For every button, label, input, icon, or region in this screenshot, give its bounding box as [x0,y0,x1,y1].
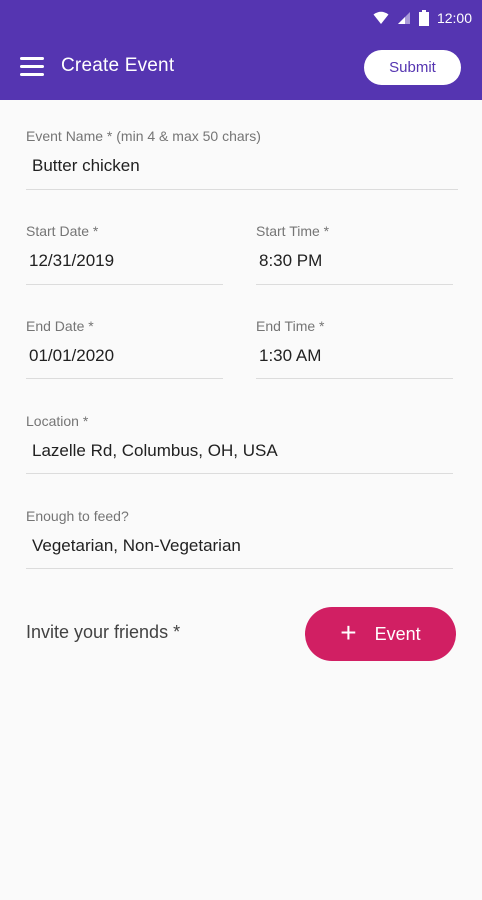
location-field[interactable]: Location * Lazelle Rd, Columbus, OH, USA [26,413,453,474]
feed-field[interactable]: Enough to feed? Vegetarian, Non-Vegetari… [26,508,453,569]
start-time-label: Start Time * [256,223,330,239]
event-name-input[interactable]: Butter chicken [26,144,458,176]
end-date-label: End Date * [26,318,94,334]
battery-icon [418,10,429,26]
end-time-input[interactable]: 1:30 AM [256,334,453,366]
location-underline [26,473,453,474]
end-time-underline [256,378,453,379]
start-time-input[interactable]: 8:30 PM [256,239,453,271]
event-name-underline [26,189,458,190]
submit-button[interactable]: Submit [364,50,461,85]
invite-friends-label: Invite your friends * [26,622,181,642]
status-time: 12:00 [436,10,472,26]
start-time-underline [256,284,453,285]
start-date-label: Start Date * [26,223,99,239]
event-name-field[interactable]: Event Name * (min 4 & max 50 chars) Butt… [26,128,458,190]
start-date-underline [26,284,223,285]
feed-underline [26,568,453,569]
end-date-input[interactable]: 01/01/2020 [26,334,223,366]
end-date-field[interactable]: End Date * 01/01/2020 [26,318,223,379]
location-input[interactable]: Lazelle Rd, Columbus, OH, USA [26,429,453,461]
location-label: Location * [26,413,89,429]
end-time-field[interactable]: End Time * 1:30 AM [256,318,453,379]
start-date-field[interactable]: Start Date * 12/31/2019 [26,223,223,285]
wifi-icon [373,11,389,25]
end-time-label: End Time * [256,318,325,334]
add-event-button-label: Event [374,623,421,644]
app-header: 12:00 Create Event Submit [0,0,482,100]
end-date-underline [26,378,223,379]
plus-icon: + [340,616,357,648]
feed-label: Enough to feed? [26,508,129,524]
signal-icon [397,11,411,25]
status-bar: 12:00 [0,0,482,36]
hamburger-menu-icon[interactable] [20,57,44,77]
start-time-field[interactable]: Start Time * 8:30 PM [256,223,453,285]
event-name-label: Event Name * (min 4 & max 50 chars) [26,128,261,144]
start-date-input[interactable]: 12/31/2019 [26,239,223,271]
feed-input[interactable]: Vegetarian, Non-Vegetarian [26,524,453,556]
page-title: Create Event [61,55,175,76]
toolbar: Create Event Submit [0,36,482,100]
add-event-button[interactable]: + Event [305,607,456,661]
